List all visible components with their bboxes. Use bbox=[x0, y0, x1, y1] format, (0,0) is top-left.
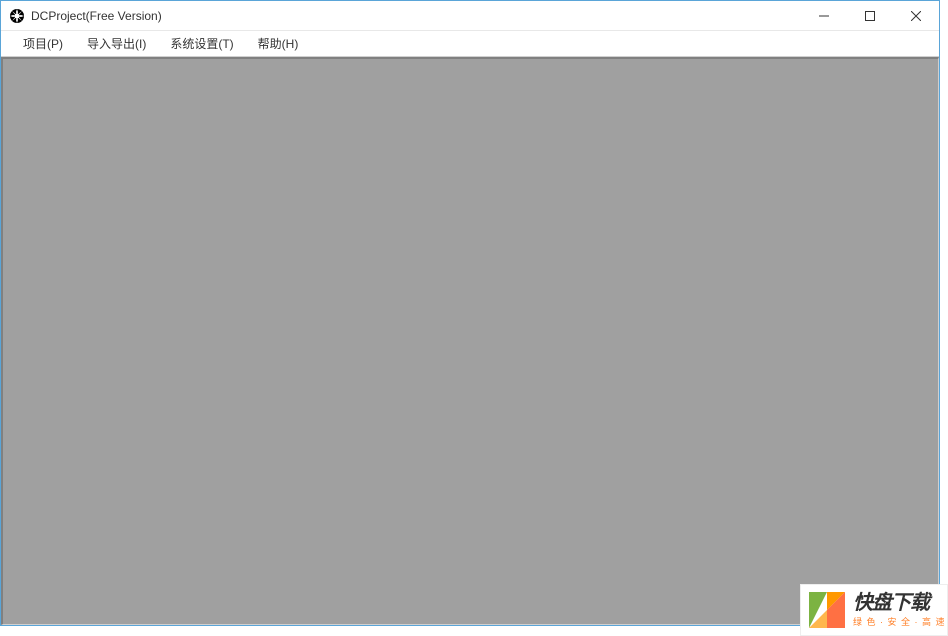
mdi-client-area bbox=[1, 57, 939, 625]
window-title: DCProject(Free Version) bbox=[31, 9, 801, 23]
menu-project[interactable]: 项目(P) bbox=[11, 31, 75, 56]
maximize-button[interactable] bbox=[847, 1, 893, 31]
application-window: DCProject(Free Version) 项目(P) 导入导出( bbox=[0, 0, 940, 626]
minimize-button[interactable] bbox=[801, 1, 847, 31]
maximize-icon bbox=[865, 11, 875, 21]
titlebar[interactable]: DCProject(Free Version) bbox=[1, 1, 939, 31]
menu-help[interactable]: 帮助(H) bbox=[246, 31, 311, 56]
menu-import-export[interactable]: 导入导出(I) bbox=[75, 31, 158, 56]
menubar: 项目(P) 导入导出(I) 系统设置(T) 帮助(H) bbox=[1, 31, 939, 57]
watermark-logo: 快盘下载 绿 色 · 安 全 · 高 速 bbox=[800, 584, 948, 636]
app-icon bbox=[9, 8, 25, 24]
watermark-text: 快盘下载 绿 色 · 安 全 · 高 速 bbox=[853, 593, 946, 628]
minimize-icon bbox=[819, 11, 829, 21]
menu-system-settings[interactable]: 系统设置(T) bbox=[158, 31, 245, 56]
close-button[interactable] bbox=[893, 1, 939, 31]
watermark-sub-text: 绿 色 · 安 全 · 高 速 bbox=[853, 615, 946, 628]
watermark-icon bbox=[805, 588, 849, 632]
close-icon bbox=[911, 11, 921, 21]
window-controls bbox=[801, 1, 939, 30]
watermark-main-text: 快盘下载 bbox=[853, 593, 946, 613]
